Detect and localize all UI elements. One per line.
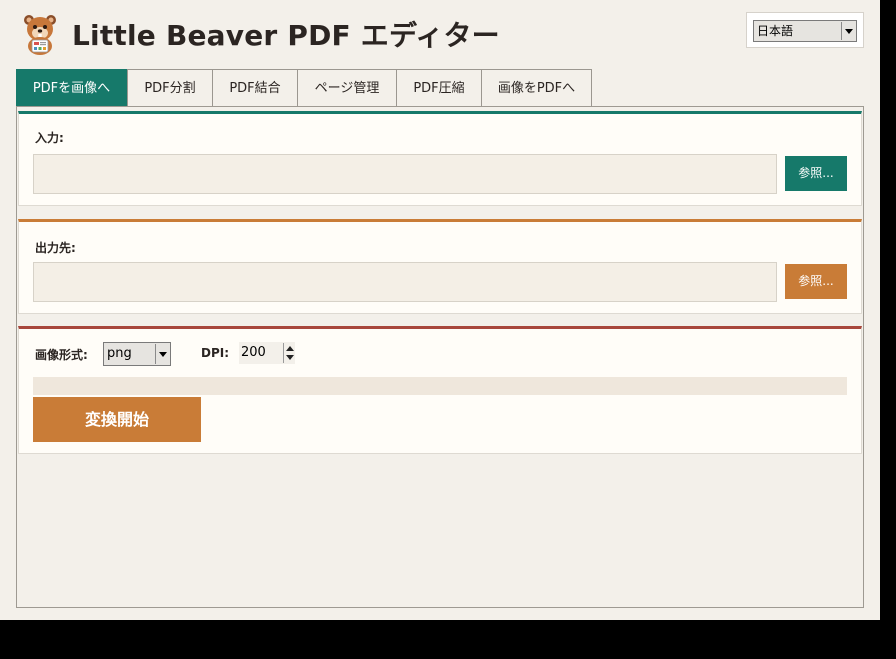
tab-label: PDF結合: [229, 81, 281, 96]
input-path-field[interactable]: [33, 154, 777, 194]
output-section: 出力先: 参照...: [18, 219, 862, 314]
tab-label: ページ管理: [314, 81, 380, 96]
input-label: 入力:: [35, 131, 64, 145]
tab-pdf-merge[interactable]: PDF結合: [212, 69, 298, 107]
tab-pdf-to-image[interactable]: PDFを画像へ: [16, 69, 127, 107]
image-format-select[interactable]: png: [103, 342, 171, 366]
spin-down-icon[interactable]: [286, 355, 294, 360]
chevron-down-icon[interactable]: [841, 22, 855, 40]
output-path-field[interactable]: [33, 262, 777, 302]
dpi-spin-buttons[interactable]: [283, 343, 295, 363]
output-browse-button[interactable]: 参照...: [785, 264, 847, 299]
tab-label: PDF分割: [144, 81, 196, 96]
app-window: Little Beaver PDF エディター 日本語 PDFを画像へ PDF分…: [0, 0, 880, 620]
image-format-value: png: [107, 346, 132, 361]
tab-image-to-pdf[interactable]: 画像をPDFへ: [481, 69, 592, 107]
beaver-mascot-icon: [24, 15, 56, 55]
image-format-label: 画像形式:: [35, 348, 88, 362]
tab-page-management[interactable]: ページ管理: [297, 69, 397, 107]
app-title: Little Beaver PDF エディター: [72, 19, 500, 52]
language-panel: 日本語: [746, 12, 864, 48]
language-select[interactable]: 日本語: [753, 20, 857, 42]
spin-up-icon[interactable]: [286, 346, 294, 351]
options-section: 画像形式: png DPI: 200 変換開始: [18, 326, 862, 454]
start-conversion-button[interactable]: 変換開始: [33, 397, 201, 442]
tab-pdf-split[interactable]: PDF分割: [127, 69, 213, 107]
progress-bar: [33, 377, 847, 395]
tab-label: 画像をPDFへ: [497, 81, 576, 96]
tab-label: PDF圧縮: [413, 81, 465, 96]
input-browse-button[interactable]: 参照...: [785, 156, 847, 191]
tab-pdf-compress[interactable]: PDF圧縮: [396, 69, 482, 107]
dpi-value: 200: [241, 345, 266, 360]
output-label: 出力先:: [35, 241, 76, 255]
chevron-down-icon[interactable]: [155, 344, 169, 364]
dpi-spinbox[interactable]: 200: [239, 342, 295, 364]
language-select-value: 日本語: [757, 24, 794, 38]
input-section: 入力: 参照...: [18, 111, 862, 206]
tab-label: PDFを画像へ: [32, 81, 111, 96]
dpi-label: DPI:: [201, 346, 230, 360]
